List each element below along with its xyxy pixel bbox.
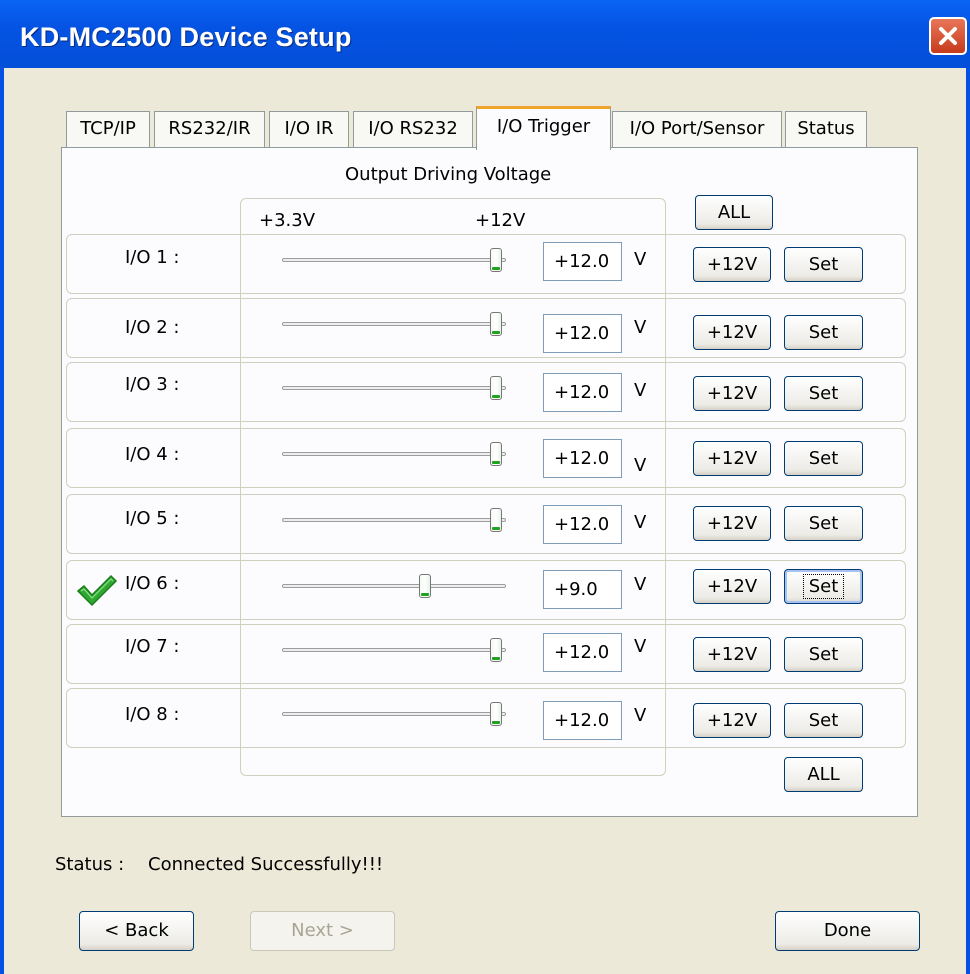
- set-button[interactable]: Set: [784, 703, 863, 738]
- set-button[interactable]: Set: [784, 506, 863, 541]
- io-row: [66, 428, 906, 488]
- voltage-input[interactable]: +12.0: [543, 439, 622, 478]
- slider-thumb[interactable]: [490, 508, 502, 532]
- set-12v-button[interactable]: +12V: [693, 506, 771, 541]
- slider-thumb[interactable]: [418, 574, 431, 598]
- voltage-input[interactable]: +12.0: [543, 633, 622, 672]
- unit-label: V: [634, 380, 647, 401]
- unit-label: V: [634, 636, 647, 657]
- voltage-slider[interactable]: [282, 712, 506, 716]
- set-button[interactable]: Set: [784, 569, 863, 604]
- slider-thumb[interactable]: [490, 442, 502, 466]
- voltage-input[interactable]: +12.0: [543, 701, 622, 740]
- unit-label: V: [634, 705, 647, 726]
- io-label: I/O 7 :: [125, 636, 180, 657]
- set-button[interactable]: Set: [784, 315, 863, 350]
- set-button[interactable]: Set: [784, 637, 863, 672]
- io-label: I/O 3 :: [125, 374, 180, 395]
- voltage-slider[interactable]: [282, 518, 506, 522]
- voltage-input[interactable]: +12.0: [543, 242, 622, 281]
- voltage-slider[interactable]: [282, 386, 506, 390]
- voltage-slider[interactable]: [282, 258, 506, 262]
- voltage-input[interactable]: +12.0: [543, 373, 622, 412]
- set-button[interactable]: Set: [784, 376, 863, 411]
- io-label: I/O 8 :: [125, 704, 180, 725]
- set-12v-button[interactable]: +12V: [693, 376, 771, 411]
- voltage-input[interactable]: +12.0: [543, 314, 622, 353]
- voltage-slider[interactable]: [282, 648, 506, 652]
- set-12v-button[interactable]: +12V: [693, 569, 771, 604]
- checkmark-icon: [76, 574, 118, 607]
- voltage-slider[interactable]: [282, 584, 506, 588]
- slider-thumb[interactable]: [490, 638, 502, 662]
- set-12v-button[interactable]: +12V: [693, 637, 771, 672]
- io-row: [66, 494, 906, 554]
- io-row: [66, 234, 906, 294]
- all-12v-button[interactable]: ALL: [695, 195, 773, 230]
- io-label: I/O 5 :: [125, 508, 180, 529]
- scale-min-label: +3.3V: [259, 210, 316, 231]
- set-12v-button[interactable]: +12V: [693, 315, 771, 350]
- set-12v-button[interactable]: +12V: [693, 247, 771, 282]
- io-row: [66, 688, 906, 748]
- voltage-slider[interactable]: [282, 452, 506, 456]
- set-button[interactable]: Set: [784, 441, 863, 476]
- io-row: [66, 298, 906, 358]
- unit-label: V: [634, 512, 647, 533]
- voltage-slider[interactable]: [282, 322, 506, 326]
- slider-thumb[interactable]: [490, 312, 502, 336]
- all-set-button[interactable]: ALL: [784, 757, 863, 792]
- io-label: I/O 1 :: [125, 247, 180, 268]
- output-voltage-heading: Output Driving Voltage: [345, 164, 552, 185]
- unit-label: V: [634, 317, 647, 338]
- set-button[interactable]: Set: [784, 247, 863, 282]
- io-label: I/O 2 :: [125, 317, 180, 338]
- set-12v-button[interactable]: +12V: [693, 441, 771, 476]
- slider-thumb[interactable]: [490, 248, 502, 272]
- voltage-input[interactable]: +12.0: [543, 505, 622, 544]
- io-row: [66, 624, 906, 684]
- unit-label: V: [634, 249, 647, 270]
- io-label: I/O 6 :: [125, 573, 180, 594]
- slider-thumb[interactable]: [490, 702, 502, 726]
- unit-label: V: [634, 574, 647, 595]
- slider-thumb[interactable]: [490, 376, 502, 400]
- io-label: I/O 4 :: [125, 444, 180, 465]
- scale-max-label: +12V: [475, 210, 526, 231]
- unit-label: V: [634, 455, 647, 476]
- io-row: [66, 362, 906, 422]
- io-row: [66, 560, 906, 620]
- voltage-input[interactable]: +9.0: [543, 570, 622, 609]
- set-12v-button[interactable]: +12V: [693, 703, 771, 738]
